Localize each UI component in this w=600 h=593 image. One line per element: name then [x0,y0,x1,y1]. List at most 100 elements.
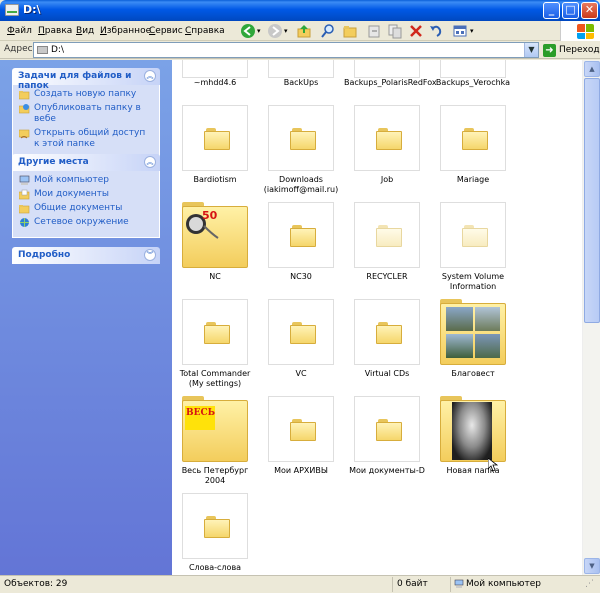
logo-red-part [577,24,585,32]
folder-thumbnail: 50 [182,202,248,268]
place-my-computer[interactable]: Мой компьютер [19,175,153,186]
face-photo-thumbnail [452,402,492,460]
forward-icon[interactable] [267,23,283,39]
status-bar: Объектов: 29 0 байт Мой компьютер ⋰ [0,575,600,593]
undo-icon[interactable] [428,23,444,39]
folder-label: Job [380,175,394,184]
folder-thumbnail [182,105,248,171]
other-places-header[interactable]: Другие места ︽ [12,154,160,171]
computer-icon [454,579,464,588]
address-input[interactable]: D:\ ▼ [33,42,539,58]
expand-icon[interactable]: ︾ [144,249,156,261]
other-places-title: Другие места [18,157,89,167]
address-bar: Адрес: D:\ ▼ ➜ Переход [0,41,600,59]
menu-view[interactable]: Вид [76,26,94,36]
window-title: D:\ [23,3,41,16]
photo-thumbnail [446,307,473,331]
folder-thumbnail: ВЕСЬ [182,396,248,462]
folder-label: Mariage [456,175,490,184]
move-to-icon[interactable] [366,23,382,39]
folder-icon [290,225,316,247]
task-new-folder[interactable]: Создать новую папку [19,89,153,100]
scroll-thumb[interactable] [584,78,600,323]
folder-label: System Volume Information [441,272,505,291]
menu-file[interactable]: Файл [7,26,32,36]
go-label: Переход [559,45,600,55]
folder-thumbnail [268,105,334,171]
folders-icon[interactable] [342,23,358,39]
object-count: Объектов: 29 [4,579,68,589]
menu-edit[interactable]: Правка [38,26,72,36]
views-icon[interactable] [452,23,468,39]
copy-to-icon[interactable] [387,23,403,39]
menu-favorites[interactable]: Избранное [100,26,151,36]
folder-thumbnail [182,493,248,559]
photo-thumbnail [446,334,473,358]
folder-icon [19,205,30,214]
up-folder-icon[interactable] [296,23,312,39]
place-shared-documents[interactable]: Общие документы [19,203,153,214]
photo-thumbnail [475,307,500,331]
folder-label: BackUps [283,78,319,87]
task-share-folder[interactable]: Открыть общий доступ к этой папке [19,128,153,150]
folder-thumbnail [440,202,506,268]
documents-folder-icon [19,189,30,200]
resize-grip-icon[interactable]: ⋰ [585,579,594,589]
folder-thumbnail [182,299,248,365]
folder-label: Мои документы-D [349,466,425,475]
folder-label: Новая папка [446,466,500,475]
collapse-icon[interactable]: ︽ [144,70,156,82]
folder-thumbnail [354,299,420,365]
task-pane: Задачи для файлов и папок ︽ Создать нову… [0,60,172,575]
address-value[interactable]: D:\ [51,45,64,55]
folder-label: Total Commander (My settings) [179,369,251,388]
folder-icon [204,128,230,150]
details-title: Подробно [18,250,71,260]
folder-thumbnail [268,396,334,462]
close-button[interactable]: ✕ [581,2,598,19]
folder-label: VC [295,369,307,378]
folder-label: RECYCLER [366,272,408,281]
folder-icon [204,322,230,344]
back-dropdown-icon[interactable]: ▾ [257,22,261,39]
folder-thumbnail [268,299,334,365]
menu-tools[interactable]: Сервис [149,26,183,36]
folder-thumbnail [354,396,420,462]
menu-help[interactable]: Справка [185,26,225,36]
vertical-scrollbar[interactable]: ▲ ▼ [582,60,600,575]
address-dropdown-button[interactable]: ▼ [524,43,538,57]
scroll-down-button[interactable]: ▼ [584,558,600,574]
place-my-documents[interactable]: Мои документы [19,189,153,200]
windows-logo [560,21,600,41]
collapse-icon[interactable]: ︽ [144,156,156,168]
folder-icon [376,419,402,441]
views-dropdown-icon[interactable]: ▾ [470,22,474,39]
globe-icon [19,104,30,114]
go-button[interactable]: ➜ Переход [543,43,600,57]
total-size: 0 байт [397,579,428,589]
folder-thumbnail [440,60,506,78]
details-header[interactable]: Подробно ︾ [12,247,160,264]
folder-icon [290,419,316,441]
folder-label: Мои АРХИВЫ [274,466,328,475]
scroll-up-button[interactable]: ▲ [584,61,600,77]
maximize-button[interactable]: □ [562,2,579,19]
folder-thumbnail [440,396,506,462]
mouse-cursor-icon [488,458,498,472]
delete-icon[interactable] [408,23,424,39]
forward-dropdown-icon[interactable]: ▾ [284,22,288,39]
task-publish-web[interactable]: Опубликовать папку в вебе [19,103,153,125]
folder-label: Downloads (iakimoff@mail.ru) [263,175,339,194]
folder-thumbnail [354,105,420,171]
go-arrow-icon: ➜ [543,43,556,57]
back-icon[interactable] [240,23,256,39]
minimize-button[interactable]: _ [543,2,560,19]
title-bar[interactable]: D:\ _ □ ✕ [0,0,600,21]
place-network[interactable]: Сетевое окружение [19,217,153,228]
folder-thumbnail [182,60,248,78]
tasks-panel-header[interactable]: Задачи для файлов и папок ︽ [12,68,160,91]
hidden-folder-icon [462,225,488,247]
tasks-panel-title: Задачи для файлов и папок [18,71,132,91]
new-folder-icon [19,91,30,100]
search-icon[interactable] [320,23,336,39]
